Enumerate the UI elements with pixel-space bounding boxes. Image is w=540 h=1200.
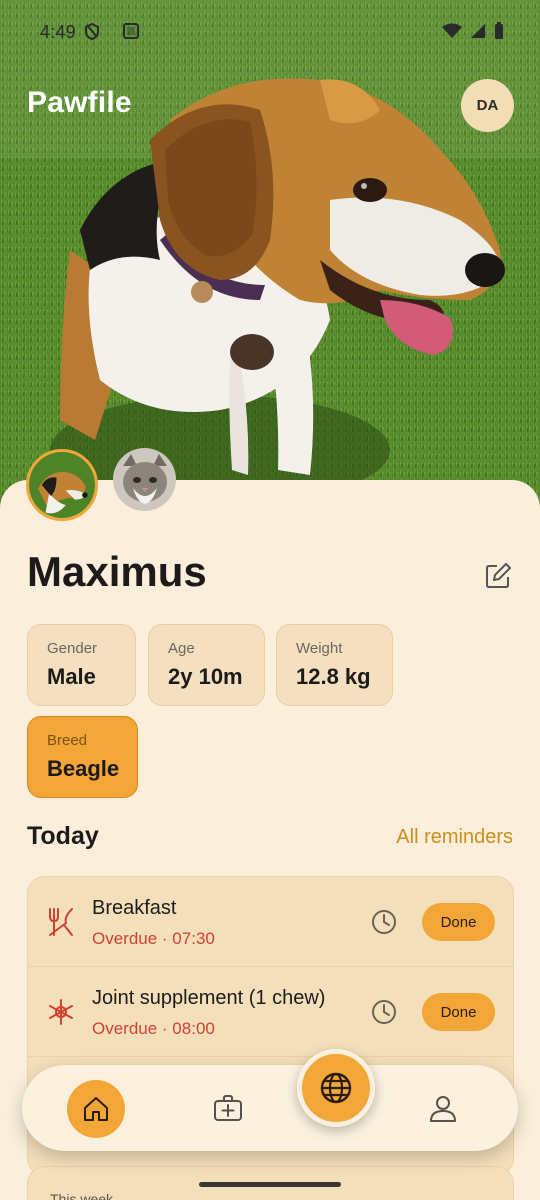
home-icon — [84, 1097, 108, 1121]
stat-label: Gender — [47, 640, 98, 657]
status-bar: 4:49 — [0, 0, 540, 64]
reminder-title: Breakfast — [92, 897, 177, 919]
pet-name: Maximus — [27, 548, 207, 595]
status-time: 4:49 — [40, 22, 76, 42]
edit-icon — [486, 563, 511, 588]
nav-profile[interactable] — [422, 1087, 464, 1129]
pet-hero-photo — [0, 0, 540, 520]
gesture-bar — [199, 1182, 341, 1187]
stat-chip-weight: Weight 12.8 kg — [276, 624, 393, 706]
reminder-status: Overdue · 07:30 — [92, 929, 215, 948]
stat-value: Beagle — [47, 756, 120, 781]
medical-kit-icon — [214, 1095, 242, 1121]
reminder-title: Joint supplement (1 chew) — [92, 987, 326, 1009]
stat-label: Age — [168, 640, 195, 657]
pet-switcher-dog[interactable] — [26, 449, 98, 521]
screenshot-icon — [123, 23, 139, 39]
stat-value: 12.8 kg — [296, 664, 371, 689]
edit-pet-button[interactable] — [480, 558, 516, 594]
battery-icon — [495, 22, 503, 39]
user-avatar[interactable]: DA — [461, 79, 514, 132]
stat-value: Male — [47, 664, 96, 689]
stat-chip-gender: Gender Male — [27, 624, 136, 706]
nav-home[interactable] — [67, 1080, 125, 1138]
do-not-disturb-icon — [85, 22, 99, 40]
snooze-clock-icon[interactable] — [370, 908, 398, 936]
person-icon — [430, 1096, 456, 1122]
signal-icon — [471, 24, 485, 38]
stat-chip-breed: Breed Beagle — [27, 716, 138, 798]
stat-label: Weight — [296, 640, 343, 657]
done-button[interactable]: Done — [422, 903, 495, 941]
medicine-icon — [49, 999, 73, 1025]
fork-knife-icon — [49, 908, 73, 936]
today-heading: Today — [27, 822, 99, 850]
nav-explore-fab[interactable] — [297, 1049, 375, 1127]
wifi-icon — [442, 23, 462, 38]
stat-chip-age: Age 2y 10m — [148, 624, 265, 706]
app-title: Pawfile — [27, 86, 132, 119]
reminder-status: Overdue · 08:00 — [92, 1019, 215, 1038]
globe-icon — [320, 1072, 352, 1104]
this-week-heading: This week — [50, 1191, 114, 1200]
stat-value: 2y 10m — [168, 664, 243, 689]
pet-switcher-cat[interactable] — [113, 448, 176, 511]
all-reminders-link[interactable]: All reminders — [396, 826, 513, 849]
nav-health[interactable] — [207, 1087, 249, 1129]
snooze-clock-icon[interactable] — [370, 998, 398, 1026]
bottom-nav — [22, 1065, 518, 1151]
done-button[interactable]: Done — [422, 993, 495, 1031]
reminder-row[interactable]: Joint supplement (1 chew) Overdue · 08:0… — [28, 967, 513, 1057]
stat-label: Breed — [47, 732, 88, 749]
reminder-row[interactable]: Breakfast Overdue · 07:30 Done — [28, 877, 513, 967]
